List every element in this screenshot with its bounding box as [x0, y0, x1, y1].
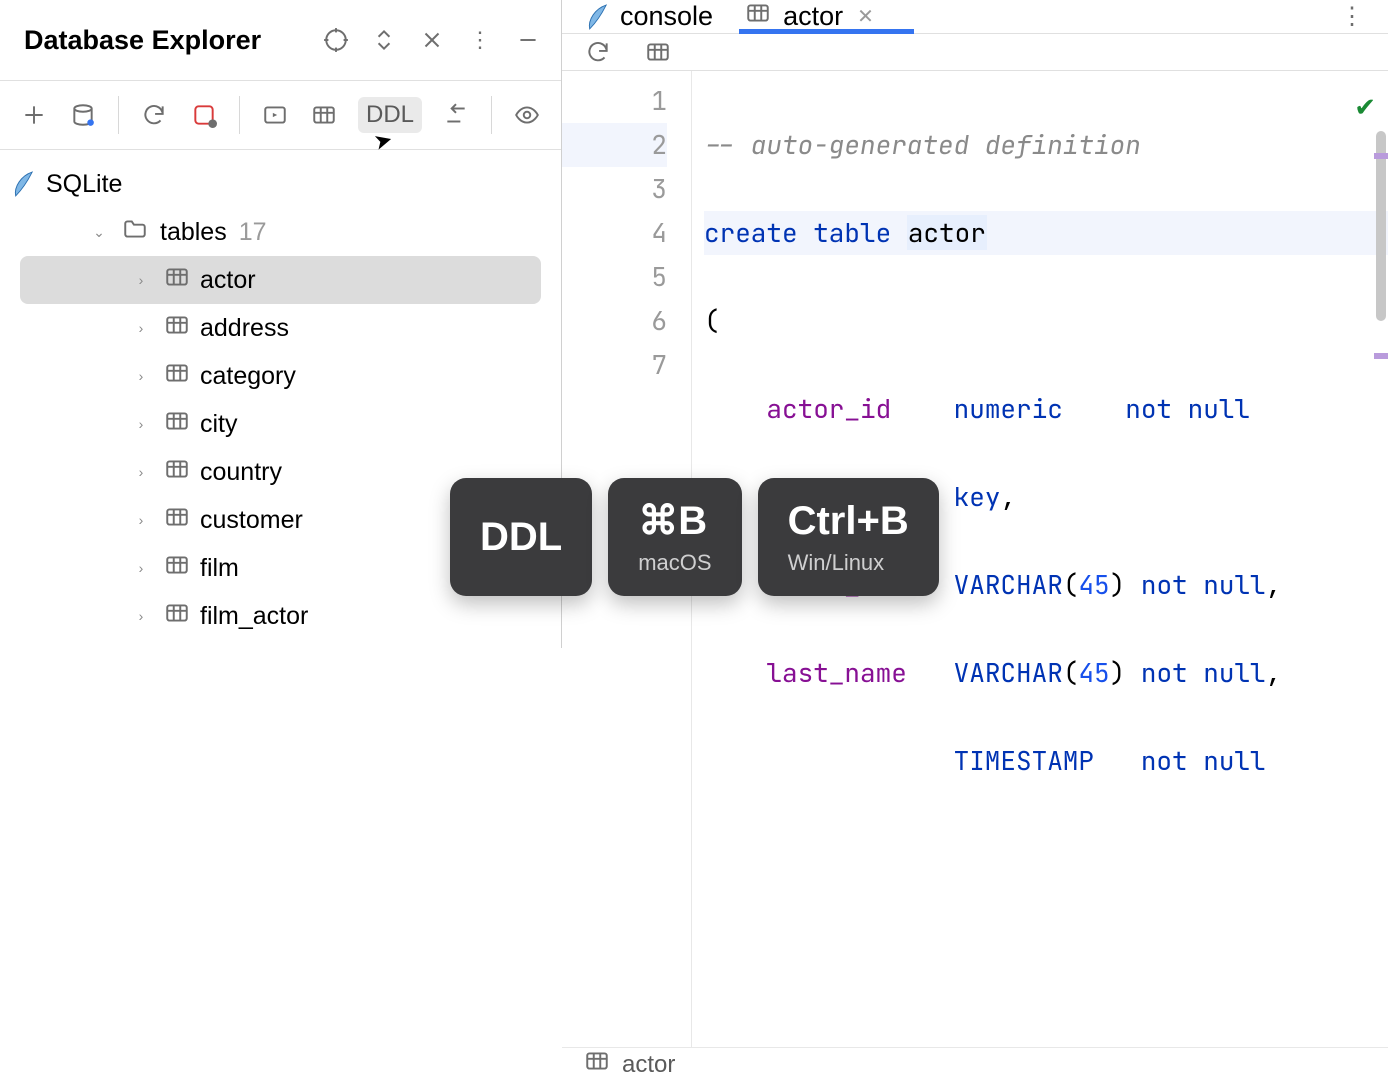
tab-label: actor: [783, 1, 843, 32]
tables-count: 17: [239, 218, 267, 247]
tables-node[interactable]: ⌄ tables 17: [0, 208, 561, 256]
tree-item[interactable]: › category: [0, 352, 561, 400]
stop-icon[interactable]: [188, 97, 219, 133]
sqlite-icon: [12, 170, 34, 198]
refresh-icon[interactable]: [580, 34, 616, 70]
check-icon: ✔: [1354, 85, 1376, 129]
table-name: film_actor: [200, 602, 308, 631]
add-icon[interactable]: [18, 97, 49, 133]
tables-label: tables: [160, 218, 227, 247]
table-icon[interactable]: [640, 34, 676, 70]
table-name: country: [200, 458, 282, 487]
scrollbar[interactable]: [1376, 131, 1386, 321]
chevron-right-icon: ›: [130, 272, 152, 288]
tree-item[interactable]: › film_category: [0, 640, 561, 648]
editor-toolbar: [562, 34, 1388, 71]
chevron-right-icon: ›: [130, 464, 152, 480]
table-name: film: [200, 554, 239, 583]
table-name: actor: [200, 266, 256, 295]
table-icon: [164, 312, 190, 345]
view-options-icon[interactable]: [512, 97, 543, 133]
table-name: address: [200, 314, 289, 343]
tree-item[interactable]: › film_actor: [0, 592, 561, 640]
breadcrumb-label: actor: [622, 1051, 675, 1079]
table-icon: [164, 600, 190, 633]
navigate-icon[interactable]: [440, 97, 471, 133]
close-tab-icon[interactable]: ✕: [857, 4, 874, 29]
tab-console[interactable]: console: [586, 0, 713, 33]
tabs-more-icon[interactable]: ⋮: [1340, 2, 1376, 31]
datasource-properties-icon[interactable]: [67, 97, 98, 133]
table-icon: [584, 1048, 610, 1081]
table-name: city: [200, 410, 238, 439]
shortcut-cards: DDL ⌘B macOS Ctrl+B Win/Linux: [450, 478, 939, 596]
table-icon: [164, 552, 190, 585]
table-icon: [164, 456, 190, 489]
tab-label: console: [620, 1, 713, 32]
table-icon: [164, 408, 190, 441]
chevron-right-icon: ›: [130, 608, 152, 624]
table-icon[interactable]: [309, 97, 340, 133]
table-name: customer: [200, 506, 303, 535]
close-icon[interactable]: [417, 25, 447, 55]
chevron-right-icon: ›: [130, 512, 152, 528]
folder-icon: [122, 216, 148, 249]
tree-item[interactable]: › city: [0, 400, 561, 448]
card-mac: ⌘B macOS: [608, 478, 741, 596]
panel-title: Database Explorer: [24, 25, 303, 56]
table-icon: [745, 0, 771, 33]
db-node[interactable]: SQLite: [0, 160, 561, 208]
tab-actor[interactable]: actor ✕: [745, 0, 874, 33]
left-toolbar: DDL: [0, 80, 561, 150]
table-icon: [164, 264, 190, 297]
refresh-icon[interactable]: [139, 97, 170, 133]
table-icon: [164, 504, 190, 537]
minimize-icon[interactable]: [513, 25, 543, 55]
db-name: SQLite: [46, 170, 122, 199]
chevron-right-icon: ›: [130, 368, 152, 384]
marker-icon: [1374, 153, 1388, 159]
chevron-right-icon: ›: [130, 560, 152, 576]
table-icon: [164, 360, 190, 393]
expand-collapse-icon[interactable]: [369, 25, 399, 55]
table-name: category: [200, 362, 296, 391]
target-icon[interactable]: [321, 25, 351, 55]
card-win: Ctrl+B Win/Linux: [758, 478, 939, 596]
console-icon[interactable]: [260, 97, 291, 133]
sqlite-icon: [586, 3, 608, 31]
chevron-right-icon: ›: [130, 416, 152, 432]
card-ddl: DDL: [450, 478, 592, 596]
tree-item[interactable]: › address: [0, 304, 561, 352]
marker-icon: [1374, 353, 1388, 359]
chevron-right-icon: ›: [130, 320, 152, 336]
ddl-button[interactable]: DDL: [358, 97, 422, 133]
tree-item-actor[interactable]: › actor: [20, 256, 541, 304]
more-icon[interactable]: ⋮: [465, 25, 495, 55]
chevron-down-icon: ⌄: [88, 224, 110, 241]
breadcrumb[interactable]: actor: [562, 1047, 1388, 1081]
